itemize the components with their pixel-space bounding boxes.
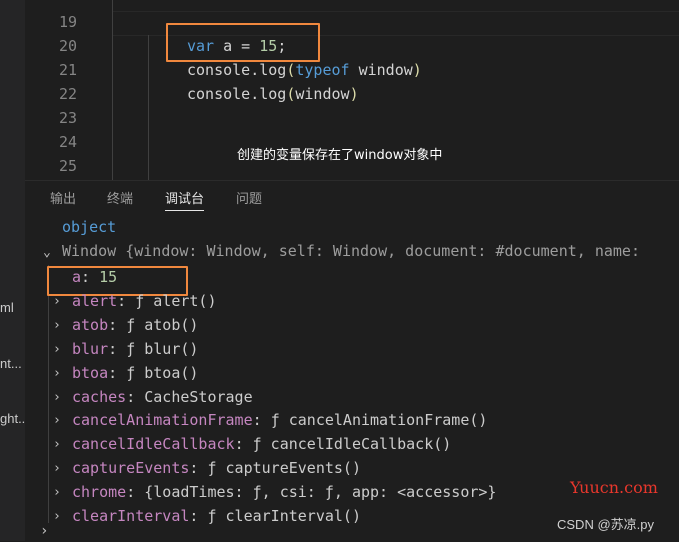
chevron-right-icon[interactable]: › [53, 366, 61, 381]
code-token: . [250, 85, 260, 103]
code-token: window [295, 85, 350, 103]
annotation-box [166, 23, 320, 62]
chevron-right-icon[interactable]: › [53, 390, 61, 405]
function-token: log [259, 85, 287, 103]
chevron-right-icon[interactable]: › [53, 342, 61, 357]
line-number: 23 [58, 109, 77, 127]
indent-guide [112, 0, 113, 180]
line-number: 20 [58, 37, 77, 55]
chevron-right-icon[interactable]: › [53, 485, 61, 500]
code-token: console [187, 61, 251, 79]
chevron-right-icon[interactable]: › [53, 461, 61, 476]
line-number: 19 [58, 13, 77, 31]
tree-item[interactable]: chrome: {loadTimes: ƒ, csi: ƒ, app: <acc… [72, 483, 496, 501]
tree-item[interactable]: btoa: ƒ btoa() [72, 364, 198, 382]
paren-token: ) [412, 61, 422, 79]
sidebar-item-fragment[interactable]: ght... [0, 411, 25, 426]
tree-item[interactable]: captureEvents: ƒ captureEvents() [72, 459, 361, 477]
sidebar-item-fragment[interactable]: ml [0, 300, 14, 315]
chevron-right-icon[interactable]: › [53, 318, 61, 333]
chevron-right-icon[interactable]: › [53, 413, 61, 428]
tab-output[interactable]: 输出 [50, 188, 76, 207]
explorer-sidebar: ml nt... ght... [0, 0, 26, 541]
console-output-window[interactable]: Window {window: Window, self: Window, do… [62, 242, 640, 260]
tree-item[interactable]: blur: ƒ blur() [72, 340, 198, 358]
sidebar-item-fragment[interactable]: nt... [0, 356, 22, 371]
line-number: 25 [58, 157, 77, 175]
code-editor[interactable]: 19 20 21 22 23 24 25 var a = 15; console… [25, 0, 679, 180]
function-token: log [259, 61, 287, 79]
annotation-caption: 创建的变量保存在了window对象中 [237, 148, 443, 163]
tree-item[interactable]: cancelIdleCallback: ƒ cancelIdleCallback… [72, 435, 451, 453]
console-output-typeof: object [62, 218, 117, 236]
watermark-csdn: CSDN @苏凉.py [557, 517, 654, 532]
tab-debug-console[interactable]: 调试台 [165, 188, 205, 211]
tree-item[interactable]: clearInterval: ƒ clearInterval() [72, 507, 361, 525]
tree-item[interactable]: alert: ƒ alert() [72, 292, 217, 310]
keyword-token: typeof [295, 61, 350, 79]
chevron-right-icon[interactable]: › [53, 294, 61, 309]
tab-problems[interactable]: 问题 [236, 188, 262, 207]
tab-terminal[interactable]: 终端 [107, 188, 133, 207]
tree-guide [48, 265, 49, 523]
paren-token: ) [349, 85, 359, 103]
code-token: console [187, 85, 251, 103]
tree-item[interactable]: cancelAnimationFrame: ƒ cancelAnimationF… [72, 411, 487, 429]
code-token: . [250, 61, 260, 79]
code-line-21: console.log(typeof window) [187, 61, 422, 79]
line-number: 24 [58, 133, 77, 151]
line-number: 22 [58, 85, 77, 103]
code-line-22: console.log(window) [187, 85, 359, 103]
tree-item[interactable]: atob: ƒ atob() [72, 316, 198, 334]
chevron-down-icon[interactable]: ⌄ [43, 245, 51, 260]
indent-guide [148, 35, 149, 180]
code-token: window [358, 61, 413, 79]
console-prompt-chevron-icon[interactable]: › [40, 523, 48, 539]
tree-item[interactable]: caches: CacheStorage [72, 388, 253, 406]
chevron-right-icon[interactable]: › [53, 509, 61, 524]
watermark-yuucn: Yuucn.com [570, 478, 658, 497]
chevron-right-icon[interactable]: › [53, 437, 61, 452]
line-number: 21 [58, 61, 77, 79]
